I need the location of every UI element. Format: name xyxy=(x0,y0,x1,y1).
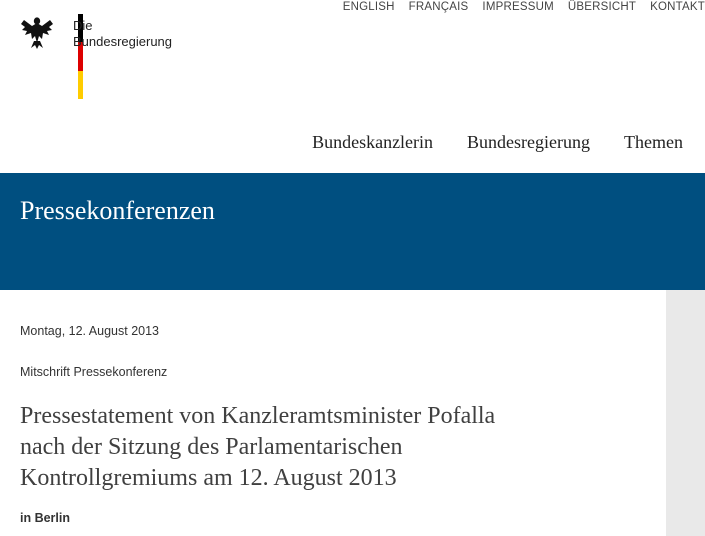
logo-line-bundesregierung: Bundesregierung xyxy=(73,34,173,49)
nav-item-bundesregierung[interactable]: Bundesregierung xyxy=(467,132,590,153)
meta-navigation: ENGLISH FRANÇAIS IMPRESSUM ÜBERSICHT KON… xyxy=(343,0,705,14)
nav-item-bundeskanzlerin[interactable]: Bundeskanzlerin xyxy=(312,132,433,153)
site-header: Die Bundesregierung ENGLISH FRANÇAIS IMP… xyxy=(0,0,705,173)
article-location: in Berlin xyxy=(20,511,71,525)
meta-link-uebersicht[interactable]: ÜBERSICHT xyxy=(568,0,636,14)
article-date: Montag, 12. August 2013 xyxy=(20,324,159,338)
meta-link-english[interactable]: ENGLISH xyxy=(343,0,395,14)
main-navigation: Bundeskanzlerin Bundesregierung Themen xyxy=(312,132,683,153)
meta-link-impressum[interactable]: IMPRESSUM xyxy=(482,0,553,14)
meta-link-francais[interactable]: FRANÇAIS xyxy=(409,0,469,14)
headline-line: nach der Sitzung des Parlamentarischen xyxy=(20,434,403,460)
meta-link-kontakt[interactable]: KONTAKT xyxy=(650,0,705,14)
nav-item-themen[interactable]: Themen xyxy=(624,132,683,153)
page-title: Pressekonferenzen xyxy=(20,196,215,225)
right-sidebar xyxy=(666,290,705,536)
headline-line: Kontrollgremiums am 12. August 2013 xyxy=(20,465,397,491)
federal-eagle-icon xyxy=(21,17,53,49)
article-content: Montag, 12. August 2013 Mitschrift Press… xyxy=(0,290,666,536)
logo-text: Die Bundesregierung xyxy=(73,18,172,50)
page-banner: Pressekonferenzen xyxy=(0,173,705,290)
headline-line: Pressestatement von Kanzleramtsminister … xyxy=(20,403,496,429)
article-category: Mitschrift Pressekonferenz xyxy=(20,365,168,379)
article-headline: Pressestatement von Kanzleramtsminister … xyxy=(20,401,620,494)
logo-line-die: Die xyxy=(73,18,93,33)
bundesregierung-logo[interactable]: Die Bundesregierung xyxy=(20,14,220,100)
